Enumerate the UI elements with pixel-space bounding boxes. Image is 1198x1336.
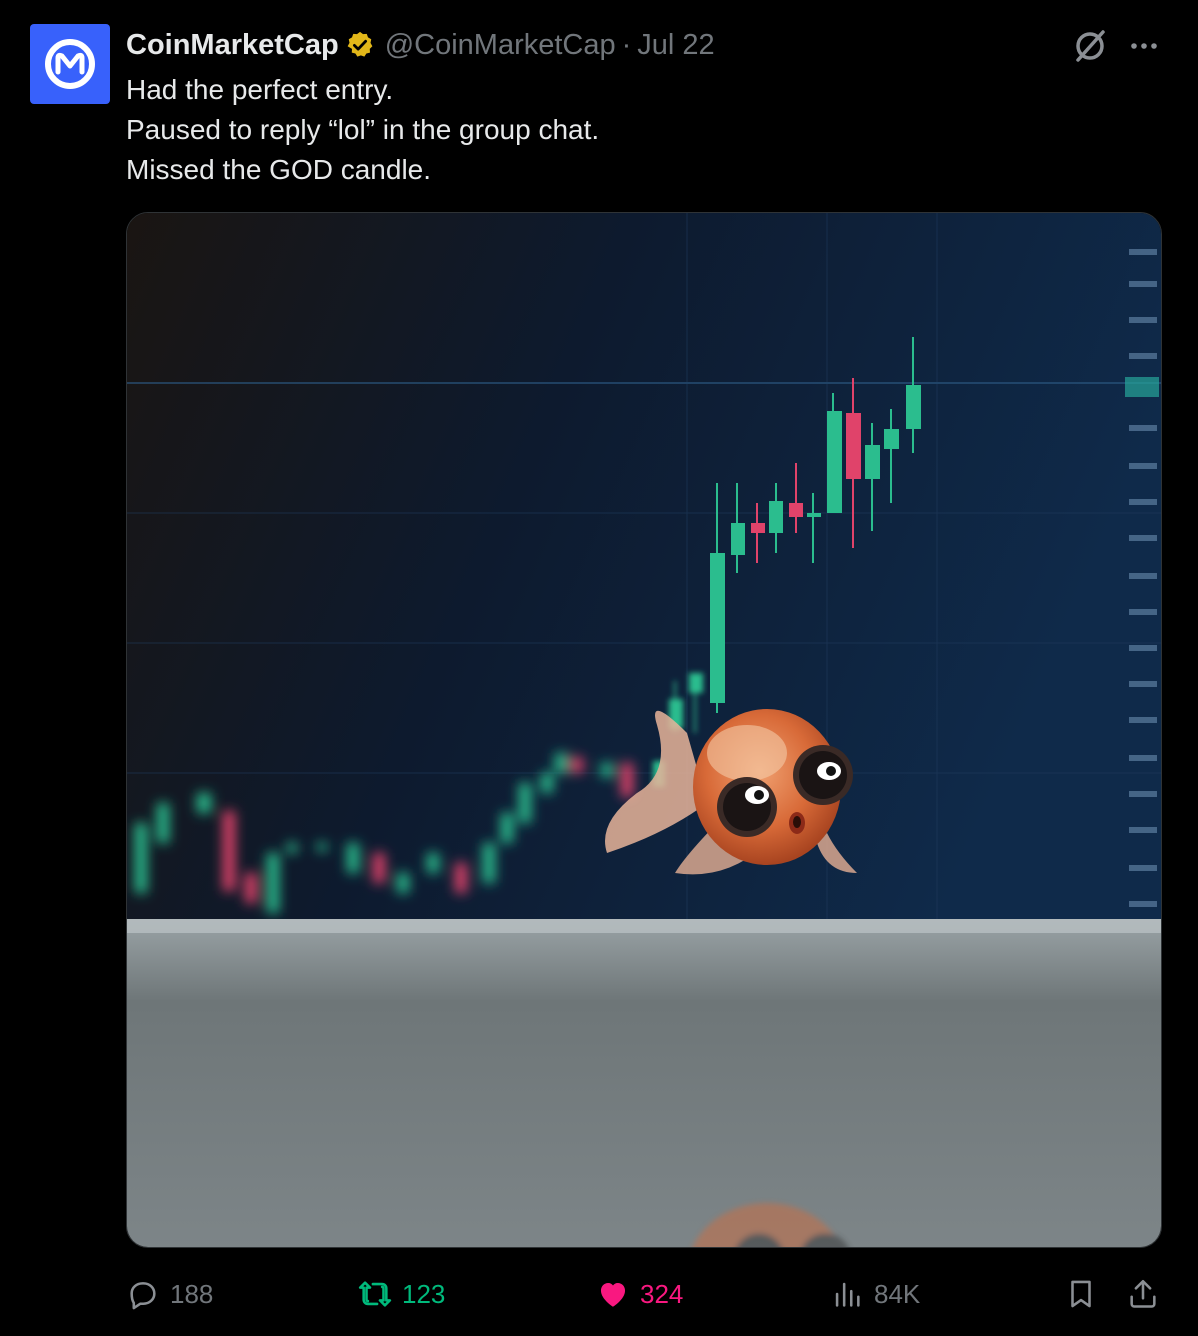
reply-count: 188 (170, 1278, 214, 1309)
timestamp[interactable]: Jul 22 (637, 29, 714, 62)
share-button[interactable] (1126, 1270, 1170, 1318)
tweet-text-line-3: Missed the GOD candle. (126, 154, 432, 185)
tweet-header: CoinMarketCap @CoinMarketCap · Jul 22 (126, 26, 715, 64)
repost-button[interactable]: 123 (358, 1270, 445, 1318)
verified-badge-icon[interactable] (345, 30, 375, 60)
views-button[interactable]: 84K (830, 1270, 920, 1318)
tweet-media-image[interactable] (126, 212, 1162, 1248)
like-count: 324 (640, 1278, 684, 1309)
heart-icon (600, 1282, 626, 1307)
handle[interactable]: @CoinMarketCap (385, 29, 616, 62)
tweet-text: Had the perfect entry. Paused to reply “… (126, 70, 599, 190)
tweet[interactable]: CoinMarketCap @CoinMarketCap · Jul 22 Ha… (0, 0, 1198, 1336)
avatar[interactable] (30, 24, 110, 104)
tweet-actions: 188 123 324 84K (126, 1270, 1166, 1318)
coinmarketcap-logo-icon (45, 39, 95, 89)
tweet-text-line-2: Paused to reply “lol” in the group chat. (126, 114, 600, 145)
like-button[interactable]: 324 (596, 1270, 683, 1318)
views-icon (835, 1282, 860, 1307)
tweet-text-line-1: Had the perfect entry. (126, 74, 394, 105)
display-name[interactable]: CoinMarketCap (126, 29, 339, 62)
bookmark-icon (1071, 1280, 1091, 1308)
share-icon (1130, 1279, 1156, 1308)
reply-button[interactable]: 188 (126, 1270, 213, 1318)
grok-icon[interactable] (1070, 26, 1110, 66)
repost-icon (358, 1281, 392, 1307)
more-icon[interactable] (1124, 26, 1164, 66)
tabletop (127, 919, 1161, 1247)
repost-count: 123 (402, 1278, 446, 1309)
meme-image-goldfish-chart (127, 213, 1161, 1247)
views-count: 84K (874, 1278, 921, 1309)
separator-dot: · (621, 28, 632, 61)
bookmark-button[interactable] (1064, 1270, 1108, 1318)
reply-icon (130, 1282, 156, 1310)
